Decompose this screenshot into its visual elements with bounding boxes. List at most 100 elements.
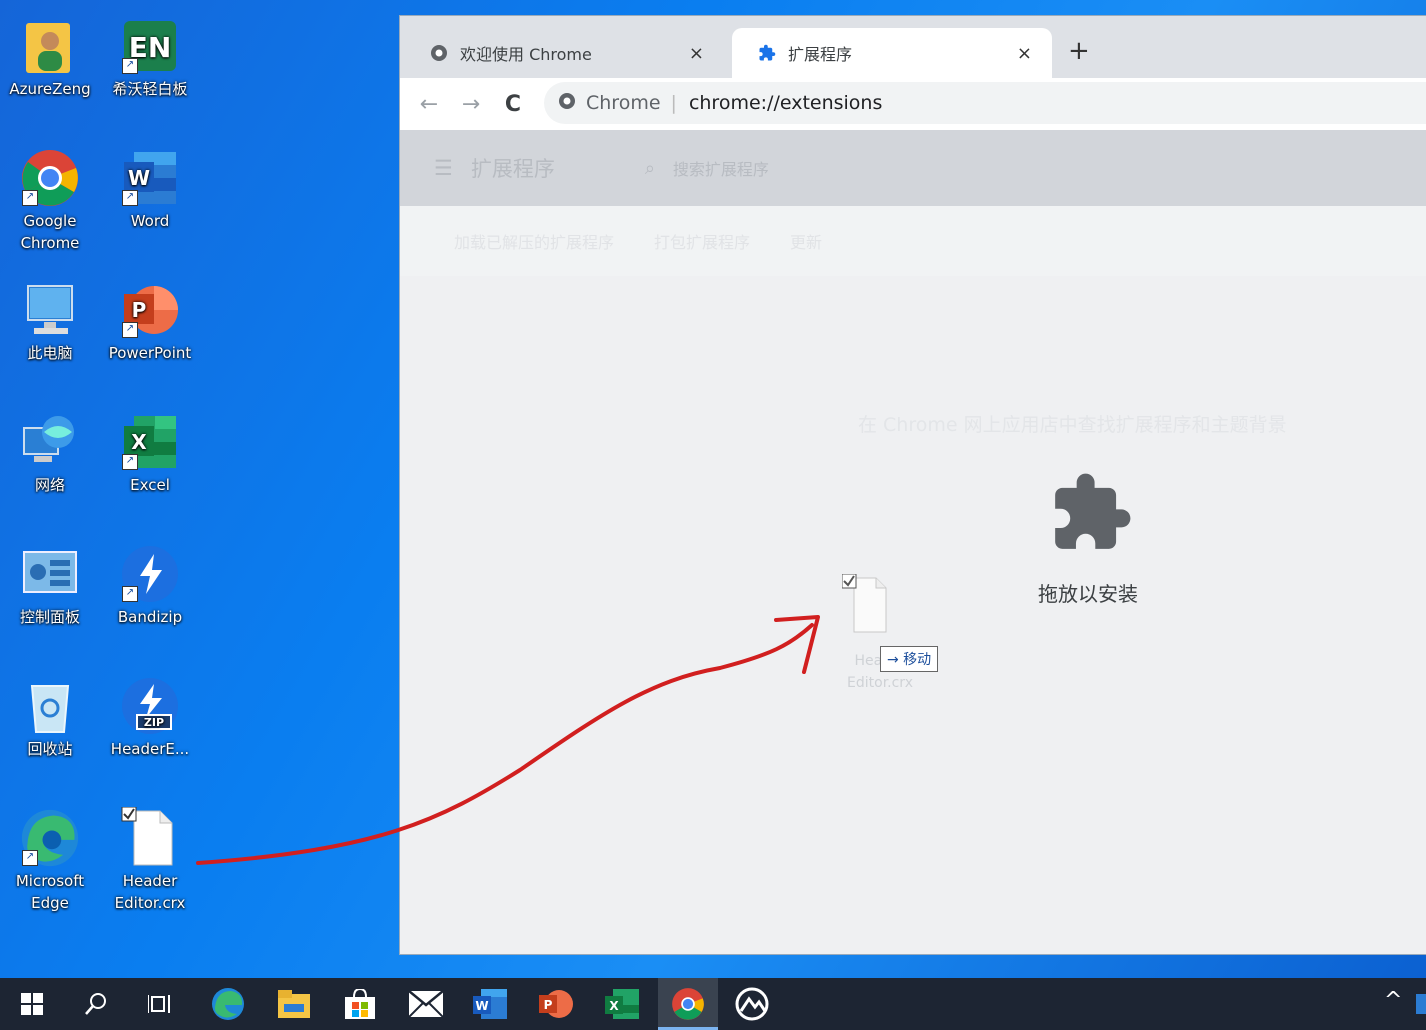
shortcut-arrow-icon: ↗	[122, 586, 138, 602]
desktop-icon-label: 希沃轻白板	[112, 80, 188, 98]
taskbar-edge[interactable]	[198, 978, 258, 1030]
desktop-icon-label: AzureZeng	[9, 80, 91, 98]
desktop-icon-header-editor-crx[interactable]: Header Editor.crx	[102, 807, 198, 914]
back-button[interactable]: ←	[408, 92, 450, 117]
taskbar-word[interactable]: W	[460, 978, 520, 1030]
tab-label: 欢迎使用 Chrome	[460, 45, 592, 64]
load-unpacked-button[interactable]: 加载已解压的扩展程序	[454, 229, 614, 253]
desktop-icon-word[interactable]: W ↗ Word	[102, 148, 198, 232]
puzzle-favicon-icon	[758, 44, 776, 62]
zip-archive-icon: ZIP	[120, 676, 180, 736]
svg-text:X: X	[131, 430, 147, 454]
desktop-icon-label: 控制面板	[19, 608, 80, 626]
bandizip-icon: ↗	[120, 544, 180, 604]
address-separator: |	[670, 92, 677, 114]
windows-icon	[21, 993, 43, 1015]
move-tooltip: → 移动	[880, 646, 939, 672]
desktop-icon-control-panel[interactable]: 控制面板	[2, 544, 98, 628]
excel-icon: X	[605, 989, 639, 1019]
search-button[interactable]	[66, 978, 126, 1030]
taskbar-excel[interactable]: X	[592, 978, 652, 1030]
svg-text:P: P	[132, 298, 147, 322]
desktop-icon-label: HeaderE...	[110, 740, 190, 758]
taskbar-powerpoint[interactable]: P	[526, 978, 586, 1030]
word-icon: W ↗	[120, 148, 180, 208]
shortcut-arrow-icon: ↗	[122, 190, 138, 206]
folder-icon	[278, 990, 310, 1018]
computer-icon	[20, 280, 80, 340]
control-panel-icon	[20, 544, 80, 604]
recycle-bin-icon	[20, 676, 80, 736]
shortcut-arrow-icon: ↗	[22, 190, 38, 206]
svg-text:P: P	[544, 998, 553, 1012]
search-extensions-input[interactable]: 搜索扩展程序	[673, 156, 769, 180]
mail-icon	[409, 991, 443, 1017]
desktop-icon-recycle-bin[interactable]: 回收站	[2, 676, 98, 760]
shortcut-arrow-icon: ↗	[122, 454, 138, 470]
show-hidden-icons-button[interactable]: ^	[1384, 988, 1402, 1013]
user-folder-icon	[20, 16, 80, 76]
crx-file-icon	[842, 574, 887, 633]
address-url: chrome://extensions	[688, 92, 883, 114]
chrome-window: 欢迎使用 Chrome × 扩展程序 × + ← → C Chrome | ch…	[400, 16, 1426, 954]
pack-extension-button[interactable]: 打包扩展程序	[654, 229, 750, 253]
tab-close-icon[interactable]: ×	[689, 43, 704, 64]
drop-zone[interactable]: 在 Chrome 网上应用店中查找扩展程序和主题背景 拖放以安装 Header …	[400, 276, 1426, 954]
svg-text:W: W	[475, 999, 488, 1013]
webstore-hint: 在 Chrome 网上应用店中查找扩展程序和主题背景	[858, 414, 1287, 436]
excel-icon: X ↗	[120, 412, 180, 472]
desktop-icon-network[interactable]: 网络	[2, 412, 98, 496]
chrome-icon: ↗	[20, 148, 80, 208]
desktop-icon-label: Google Chrome	[20, 212, 80, 252]
taskbar-file-explorer[interactable]	[264, 978, 324, 1030]
desktop-icon-edge[interactable]: ↗ Microsoft Edge	[2, 808, 98, 914]
desktop-icon-label: 网络	[34, 476, 65, 494]
desktop-icon-label: Word	[130, 212, 170, 230]
powerpoint-icon: P ↗	[120, 280, 180, 340]
desktop-icon-user-folder[interactable]: AzureZeng	[2, 16, 98, 100]
app-icon	[735, 987, 769, 1021]
chrome-site-icon	[558, 92, 576, 115]
chrome-icon	[672, 988, 704, 1020]
task-view-icon	[148, 995, 170, 1013]
taskbar-chrome[interactable]	[658, 978, 718, 1030]
update-button[interactable]: 更新	[790, 229, 822, 253]
word-icon: W	[473, 989, 507, 1019]
task-view-button[interactable]	[130, 978, 190, 1030]
menu-icon[interactable]: ☰	[434, 156, 453, 180]
reload-button[interactable]: C	[492, 92, 534, 117]
shortcut-arrow-icon: ↗	[22, 850, 38, 866]
search-icon: ⌕	[644, 157, 655, 179]
edge-icon	[212, 988, 244, 1020]
desktop-icon-chrome[interactable]: ↗ Google Chrome	[2, 148, 98, 254]
desktop-icon-label: 回收站	[27, 740, 73, 758]
desktop-icon-headereditor-zip[interactable]: ZIP HeaderE...	[102, 676, 198, 760]
tab-welcome-chrome[interactable]: 欢迎使用 Chrome ×	[404, 28, 724, 78]
tab-extensions[interactable]: 扩展程序 ×	[732, 28, 1052, 78]
powerpoint-icon: P	[539, 990, 573, 1018]
forward-button[interactable]: →	[450, 92, 492, 117]
taskbar-store[interactable]	[330, 978, 390, 1030]
toolbar: ← → C Chrome | chrome://extensions	[400, 78, 1426, 130]
tab-close-icon[interactable]: ×	[1017, 43, 1032, 64]
extensions-header: ☰ 扩展程序 ⌕ 搜索扩展程序	[400, 130, 1426, 206]
puzzle-icon	[1048, 470, 1134, 556]
start-button[interactable]	[2, 978, 62, 1030]
shortcut-arrow-icon: ↗	[122, 322, 138, 338]
desktop-icon-bandizip[interactable]: ↗ Bandizip	[102, 544, 198, 628]
taskbar-app[interactable]	[722, 978, 782, 1030]
desktop-icon-powerpoint[interactable]: P ↗ PowerPoint	[102, 280, 198, 364]
new-tab-button[interactable]: +	[1068, 36, 1090, 66]
tray-icon[interactable]	[1416, 994, 1426, 1014]
desktop-icon-excel[interactable]: X ↗ Excel	[102, 412, 198, 496]
taskbar-mail[interactable]	[396, 978, 456, 1030]
desktop-icon-this-pc[interactable]: 此电脑	[2, 280, 98, 364]
desktop-icon-label: 此电脑	[27, 344, 73, 362]
extensions-title: 扩展程序	[470, 157, 555, 181]
desktop-icon-seewo[interactable]: EN ↗ 希沃轻白板	[102, 16, 198, 100]
desktop-icon-label: Header Editor.crx	[114, 872, 186, 912]
taskbar: W P X ^	[0, 978, 1426, 1030]
crx-file-icon	[120, 807, 180, 868]
address-bar[interactable]: Chrome | chrome://extensions	[544, 82, 1426, 124]
desktop-icon-label: PowerPoint	[108, 344, 192, 362]
